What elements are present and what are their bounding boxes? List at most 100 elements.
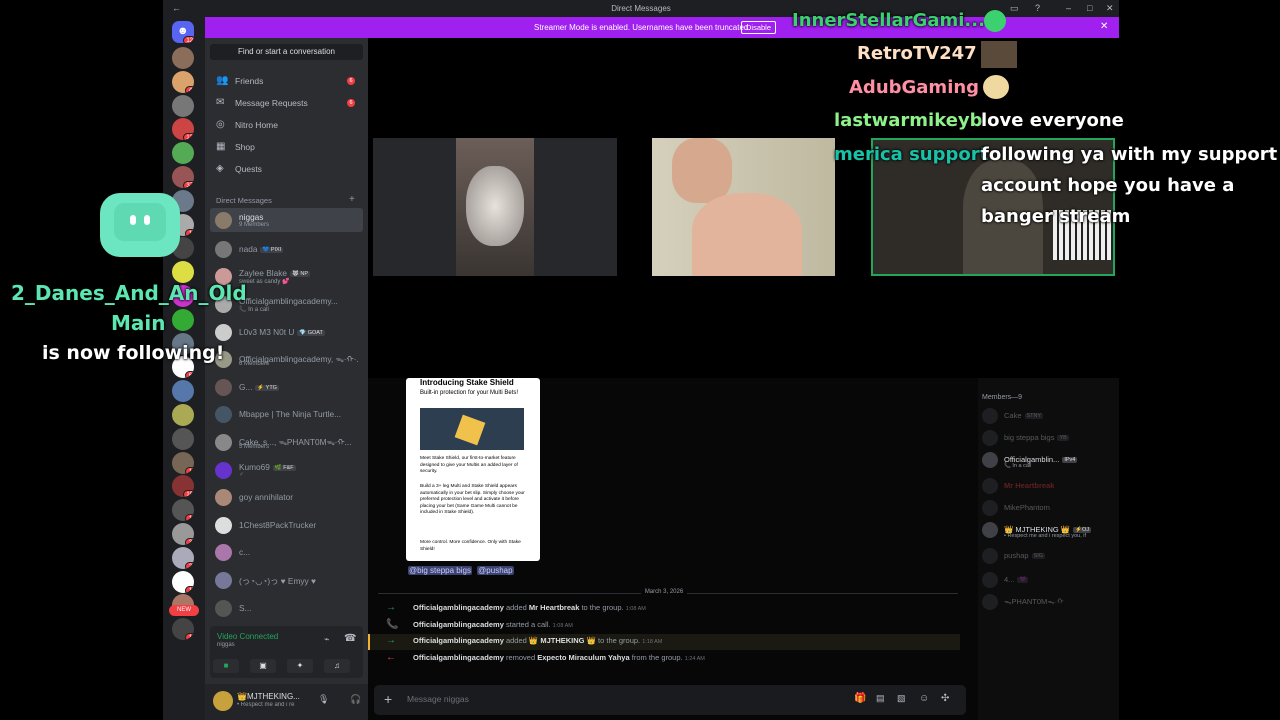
dm-item[interactable]: niggas 9 Members [210, 208, 363, 232]
dm-item[interactable]: nada 💙 PIXI [210, 237, 363, 261]
member-item[interactable]: Cake STNY [982, 408, 1044, 424]
event-actor[interactable]: Officialgamblingacademy [413, 620, 504, 629]
event-target[interactable]: 👑 MJTHEKING 👑 [529, 636, 596, 645]
server-icon[interactable] [172, 94, 194, 117]
server-icon[interactable] [172, 47, 194, 69]
event-target[interactable]: Expecto Miraculum Yahya [537, 653, 629, 662]
camera-button[interactable]: ■ [213, 659, 239, 673]
dm-subtitle: 5 Members [239, 444, 270, 450]
server-icon[interactable]: 1 [172, 570, 194, 593]
create-dm-icon[interactable]: + [349, 194, 355, 205]
member-item[interactable]: ᯓPHANT0Mᯓ·ᡣ [982, 594, 1064, 611]
dm-name-text: c... [239, 547, 251, 557]
dm-item[interactable]: S... [210, 596, 363, 620]
shield-graphic [420, 408, 524, 450]
server-icon[interactable] [172, 380, 194, 403]
member-item[interactable]: Mr Heartbreak [982, 478, 1054, 494]
video-tile-2[interactable] [652, 138, 835, 276]
server-icon[interactable] [172, 404, 194, 426]
nav-message-requests[interactable]: ✉ Message Requests 6 [211, 93, 361, 113]
dm-item[interactable]: Mbappe | The Ninja Turtle... [210, 402, 363, 426]
message-composer: + Message niggas 🎁 ▤ ▧ ☺ ✣ [374, 685, 966, 715]
screen-share-button[interactable]: ▣ [250, 659, 276, 673]
server-icon[interactable]: 1 [172, 451, 194, 474]
member-item[interactable]: Officialgamblin... IPv4 📞 In a call [982, 452, 1078, 469]
server-icon[interactable]: 4 [172, 70, 194, 93]
server-icon[interactable]: 12 [172, 118, 194, 141]
help-icon[interactable]: ? [1035, 3, 1040, 13]
maximize-icon[interactable]: □ [1087, 3, 1092, 13]
video-tile-1[interactable] [373, 138, 617, 276]
twitch-follow-icon [100, 193, 180, 257]
gif-icon[interactable]: ▤ [876, 693, 885, 704]
activities-button[interactable]: ✦ [287, 659, 313, 673]
member-item[interactable]: pushap SIG [982, 548, 1046, 564]
soundboard-button[interactable]: ♫ [324, 659, 350, 673]
event-verb: added [505, 603, 527, 612]
promo-image[interactable]: Introducing Stake Shield Built-in protec… [406, 378, 540, 561]
server-badge: 1 [185, 466, 194, 474]
nav-nitro-home[interactable]: ◎ Nitro Home [211, 115, 361, 135]
message-input[interactable]: Message niggas [407, 694, 469, 704]
mask-face [466, 166, 524, 246]
disable-button[interactable]: Disable [741, 21, 777, 34]
nav-quests[interactable]: ◈ Quests [211, 159, 361, 179]
dm-item[interactable]: (っ◔◡◔)っ ♥ Emyy ♥ [210, 568, 363, 592]
server-icon[interactable] [172, 261, 194, 284]
new-pill[interactable]: NEW [169, 605, 199, 616]
close-window-icon[interactable]: ✕ [1106, 3, 1114, 14]
dm-item[interactable]: c... [210, 540, 363, 564]
server-icon[interactable] [172, 427, 194, 450]
event-actor[interactable]: Officialgamblingacademy [413, 636, 504, 645]
microphone-icon[interactable]: 🎙 [318, 694, 329, 705]
server-icon[interactable]: 3 [172, 523, 194, 545]
dm-subtitle: 9 Members [239, 222, 270, 228]
sticker-icon[interactable]: ▧ [897, 693, 906, 704]
server-icon[interactable]: 1 [172, 499, 194, 522]
server-badge: 37 [183, 181, 194, 188]
close-banner-icon[interactable]: ✕ [1100, 21, 1108, 32]
server-icon[interactable] [172, 308, 194, 331]
promo-p1: Meet Stake Shield, our first-to-market f… [420, 456, 518, 474]
find-conversation-button[interactable]: Find or start a conversation [210, 44, 363, 60]
member-item[interactable]: MikePhantom [982, 500, 1050, 516]
voice-channel[interactable]: niggas [217, 642, 235, 648]
member-item[interactable]: big steppa bigs YB [982, 430, 1069, 446]
member-item[interactable]: 4... 💜 [982, 572, 1029, 588]
dm-item[interactable]: 1Chest8PackTrucker [210, 513, 363, 537]
server-icon[interactable] [172, 142, 194, 165]
server-icon[interactable]: 2 [172, 546, 194, 569]
server-icon[interactable]: 37 [172, 166, 194, 188]
dm-item[interactable]: L0v3 M3 N0t U 💎 GOAT [210, 320, 363, 344]
server-icon[interactable]: 1 [172, 618, 194, 641]
system-message: Officialgamblingacademy added Mr Heartbr… [413, 603, 646, 612]
noise-suppression-icon[interactable]: ⌁ [324, 634, 329, 645]
server-badge: 4 [185, 85, 194, 93]
dm-item[interactable]: goy annihilator [210, 485, 363, 509]
member-item[interactable]: 👑 MJTHEKING 👑 ⚡OJ • Respect me and i respe… [982, 522, 1092, 539]
server-icon[interactable]: 10 [172, 475, 194, 498]
event-actor[interactable]: Officialgamblingacademy [413, 603, 504, 612]
dm-item[interactable]: Officialgamblingacademy, ᯓ·ᡣ·... 6 Member… [210, 347, 363, 371]
dm-item[interactable]: G... ⚡ YTG [210, 375, 363, 399]
nav-shop[interactable]: ▦ Shop [211, 137, 361, 157]
headphones-icon[interactable]: 🎧 [350, 694, 361, 705]
apps-icon[interactable]: ✣ [941, 693, 949, 704]
member-avatar [982, 452, 998, 468]
add-attachment-icon[interactable]: + [384, 691, 392, 707]
minimize-icon[interactable]: – [1066, 3, 1071, 13]
user-avatar[interactable] [213, 691, 233, 711]
home-button[interactable]: ☻ 12 [172, 21, 194, 43]
event-actor[interactable]: Officialgamblingacademy [413, 653, 504, 662]
mention-1[interactable]: @big steppa bigs [408, 566, 472, 575]
dm-item[interactable]: Kumo69 🌿 F&F ♂ [210, 458, 363, 482]
disconnect-icon[interactable]: ☎ [344, 633, 356, 644]
nav-friends[interactable]: 👥 Friends 6 [211, 71, 361, 91]
dm-item[interactable]: Cake, s..., ᯓPHANT0Mᯓ·ᡣ... 5 Members [210, 430, 363, 454]
inbox-icon[interactable]: ▭ [1010, 3, 1019, 14]
member-status: 📞 In a call [1004, 463, 1032, 469]
emoji-icon[interactable]: ☺ [919, 693, 929, 704]
event-target[interactable]: Mr Heartbreak [529, 603, 579, 612]
mention-2[interactable]: @pushap [477, 566, 514, 575]
gift-icon[interactable]: 🎁 [854, 693, 866, 704]
